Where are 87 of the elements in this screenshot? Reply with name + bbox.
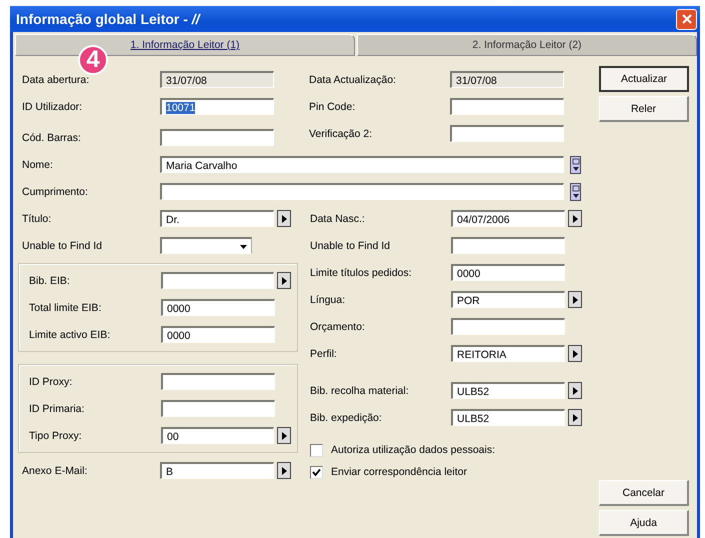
field-label: Tipo Proxy: (29, 430, 83, 442)
text-field[interactable]: 0000 (161, 299, 275, 316)
text-field[interactable]: 0000 (161, 326, 275, 343)
tab[interactable]: 2. Informação Leitor (2) (357, 34, 697, 56)
text-field[interactable]: Maria Carvalho (160, 156, 564, 173)
field-label: Data Actualização: (309, 74, 397, 86)
close-icon (680, 13, 692, 25)
caret-icon (572, 184, 580, 198)
right-arrow-icon (572, 386, 578, 394)
field-label: Cumprimento: (22, 186, 89, 198)
expand-button[interactable] (570, 182, 581, 200)
checkbox[interactable] (310, 466, 323, 478)
select-field[interactable]: B (160, 462, 274, 479)
select-field[interactable]: ULB52 (451, 382, 565, 399)
select-field[interactable]: POR (451, 291, 565, 308)
field-label: Total limite EIB: (29, 302, 102, 314)
field-label: Anexo E-Mail: (22, 464, 88, 476)
arrow-button[interactable] (568, 345, 582, 362)
text-field[interactable] (450, 125, 564, 142)
text-field[interactable]: 10071 (160, 98, 274, 115)
step-badge: 4 (78, 45, 108, 75)
window-title: Informação global Leitor - // (16, 11, 200, 27)
field-label: Data abertura: (22, 74, 90, 86)
right-arrow-icon (572, 414, 578, 422)
field-label: Unable to Find Id (22, 240, 103, 252)
dropdown[interactable] (160, 237, 252, 254)
field-label: Bib. EIB: (29, 274, 71, 286)
arrow-button[interactable] (568, 210, 582, 227)
dialog-button[interactable]: Actualizar (599, 66, 689, 92)
select-field[interactable]: REITORIA (451, 345, 565, 362)
select-field[interactable]: 00 (161, 427, 274, 444)
field-label: Nome: (22, 158, 54, 170)
text-field[interactable] (451, 237, 565, 254)
field-label: Bib. expedição: (310, 412, 383, 424)
checkbox[interactable] (310, 444, 323, 456)
field-label: ID Primaria: (29, 402, 86, 414)
dialog-button[interactable]: Ajuda (599, 510, 689, 536)
expand-button[interactable] (570, 156, 581, 174)
text-field[interactable] (160, 183, 564, 200)
text-field[interactable] (161, 373, 275, 390)
field-label: Cód. Barras: (22, 132, 82, 144)
text-field[interactable] (160, 129, 274, 146)
field-label: Limite activo EIB: (29, 328, 112, 340)
field-label: ID Proxy: (29, 376, 74, 388)
text-field[interactable] (161, 400, 275, 417)
field-label: ID Utilizador: (22, 100, 84, 112)
field-label: Orçamento: (310, 320, 366, 332)
right-arrow-icon (282, 432, 287, 440)
field-label: Perfil: (310, 348, 338, 360)
field-label: Bib. recolha material: (310, 384, 410, 396)
arrow-button[interactable] (568, 291, 582, 308)
arrow-button[interactable] (277, 427, 291, 444)
arrow-button[interactable] (568, 382, 582, 399)
right-arrow-icon (282, 214, 286, 222)
dialog-button[interactable]: Reler (599, 96, 689, 122)
caret-icon (572, 158, 580, 172)
right-arrow-icon (282, 466, 286, 474)
text-field[interactable] (450, 98, 564, 115)
caret-icon (240, 244, 247, 248)
arrow-button[interactable] (568, 409, 582, 426)
select-field[interactable]: Dr. (160, 210, 274, 227)
field-label: Verificação 2: (309, 128, 374, 140)
select-field[interactable] (161, 272, 274, 289)
right-arrow-icon (572, 214, 578, 222)
field-label: Pin Code: (309, 100, 356, 112)
read-only-field: 31/07/08 (450, 71, 564, 88)
field-label: Data Nasc.: (310, 212, 366, 224)
arrow-button[interactable] (277, 462, 291, 479)
close-button[interactable] (676, 8, 697, 30)
arrow-button[interactable] (277, 272, 291, 289)
right-arrow-icon (572, 350, 578, 358)
right-arrow-icon (282, 276, 287, 284)
field-label: Língua: (310, 294, 346, 306)
arrow-button[interactable] (277, 210, 291, 227)
checkbox-label: Enviar correspondência leitor (331, 466, 467, 478)
check-icon (312, 468, 321, 476)
dialog-button[interactable]: Cancelar (599, 480, 689, 506)
right-arrow-icon (572, 296, 578, 304)
text-field[interactable] (451, 318, 565, 335)
text-field[interactable]: 0000 (451, 264, 565, 281)
field-label: Título: (22, 212, 52, 224)
field-label: Limite títulos pedidos: (310, 266, 413, 278)
checkbox-label: Autoriza utilização dados pessoais: (331, 444, 496, 456)
select-field[interactable]: ULB52 (451, 409, 565, 426)
read-only-field: 31/07/08 (160, 71, 274, 88)
select-field[interactable]: 04/07/2006 (451, 210, 565, 227)
field-label: Unable to Find Id (310, 240, 391, 252)
